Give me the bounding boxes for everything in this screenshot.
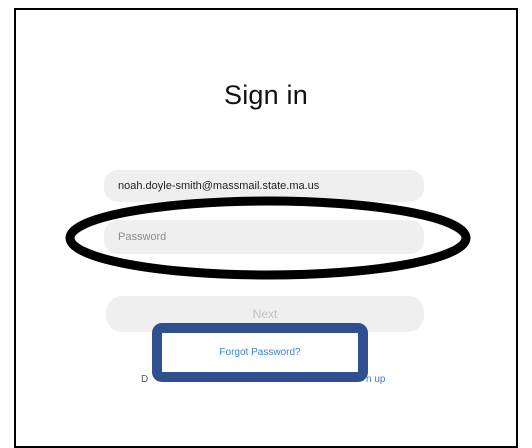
password-field[interactable]: Password <box>104 220 424 254</box>
forgot-password-link[interactable]: Forgot Password? <box>164 338 356 366</box>
page-title: Sign in <box>224 80 308 110</box>
email-field[interactable]: noah.doyle-smith@massmail.state.ma.us <box>104 170 424 202</box>
signup-text-fragment: D <box>141 374 149 385</box>
signup-link-fragment[interactable]: n up <box>366 374 385 386</box>
